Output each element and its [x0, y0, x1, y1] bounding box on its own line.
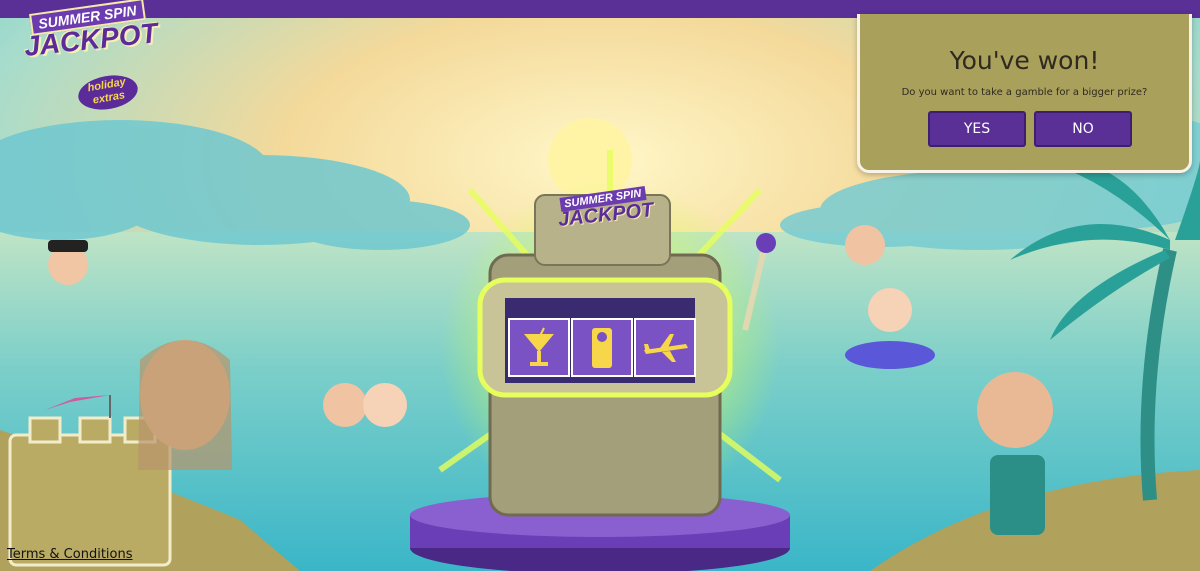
dialog-message: Do you want to take a gamble for a bigge… [901, 87, 1148, 98]
door-hanger-icon [592, 328, 612, 368]
airplane-icon [644, 334, 688, 362]
no-button[interactable]: NO [1034, 111, 1132, 147]
cocktail-icon [524, 327, 554, 366]
slot-machine-logo: SUMMER SPIN JACKPOT [548, 186, 668, 266]
dialog-buttons: YES NO [928, 111, 1140, 147]
summer-spin-jackpot-logo: SUMMER SPIN JACKPOT holiday extras [10, 0, 159, 115]
reel-1 [508, 318, 570, 377]
slot-reels [508, 318, 696, 377]
holiday-extras-badge: holiday extras [75, 71, 141, 114]
yes-button[interactable]: YES [928, 111, 1026, 147]
dialog-title: You've won! [949, 46, 1100, 75]
reel-3 [634, 318, 696, 377]
reel-2 [571, 318, 633, 377]
win-dialog: You've won! Do you want to take a gamble… [857, 14, 1192, 173]
terms-and-conditions-link[interactable]: Terms & Conditions [7, 547, 133, 562]
